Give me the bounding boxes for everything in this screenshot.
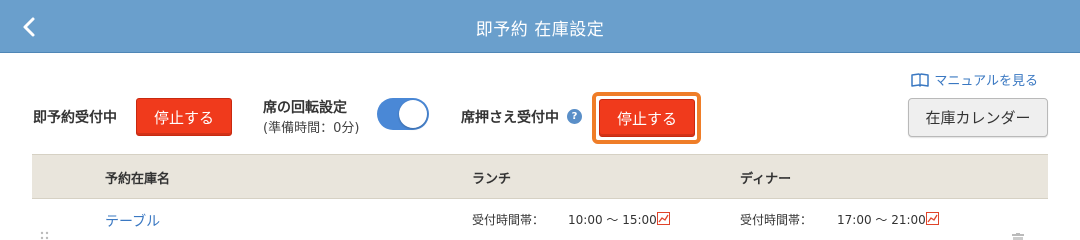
hold-seats-status: 席押さえ受付中 [461, 110, 559, 126]
dinner-time-value: 17:00 〜 21:00 [837, 213, 926, 227]
lunch-time-label: 受付時間帯： [472, 213, 545, 227]
manual-link-label: マニュアルを見る [934, 74, 1038, 89]
page-title: 即予約 在庫設定 [475, 20, 605, 40]
header-name: 予約在庫名 [105, 172, 171, 187]
dinner-time-label: 受付時間帯： [740, 213, 813, 227]
hold-seats-stop-button[interactable]: 停止する [599, 99, 695, 137]
chart-icon[interactable] [926, 212, 939, 225]
inventory-calendar-button[interactable]: 在庫カレンダー [908, 98, 1048, 137]
manual-link[interactable]: マニュアルを見る [911, 70, 1038, 89]
instant-booking-stop-button[interactable]: 停止する [136, 98, 232, 136]
rotation-toggle[interactable] [377, 98, 429, 130]
trash-icon[interactable] [1010, 233, 1026, 240]
lunch-time-value: 10:00 〜 15:00 [568, 213, 657, 227]
chart-icon[interactable] [657, 212, 670, 225]
drag-handle-icon[interactable] [40, 230, 50, 240]
header-lunch: ランチ [472, 172, 512, 187]
toggle-knob [399, 100, 427, 128]
help-icon[interactable]: ? [567, 109, 582, 124]
top-bar: 即予約 在庫設定 [0, 0, 1080, 53]
rotation-setting-title: 席の回転設定 [263, 100, 347, 116]
inventory-name-link[interactable]: テーブル [105, 211, 160, 231]
book-icon [911, 72, 930, 87]
instant-booking-status: 即予約受付中 [33, 110, 117, 126]
header-dinner: ディナー [740, 172, 792, 187]
table-header: 予約在庫名 ランチ ディナー [32, 154, 1048, 199]
rotation-setting-sub: (準備時間：0分) [263, 121, 360, 136]
